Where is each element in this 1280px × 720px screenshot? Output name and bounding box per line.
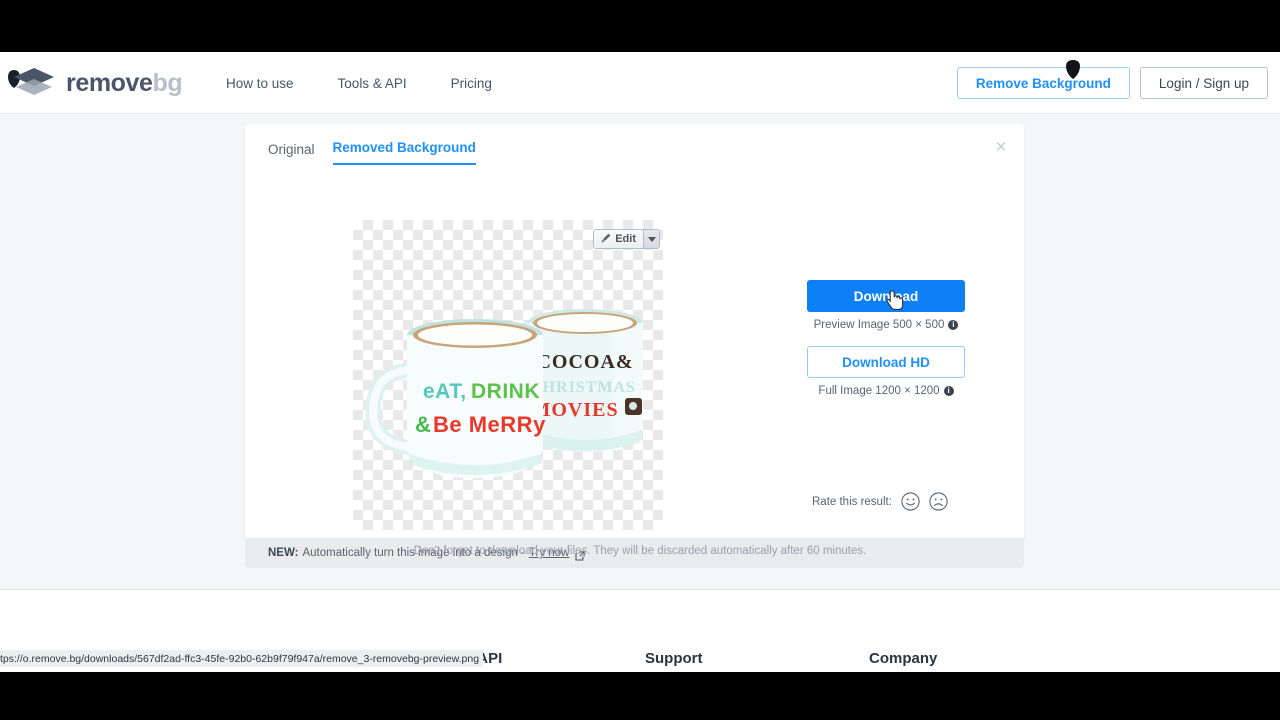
result-tabs: Original Removed Background bbox=[268, 140, 476, 165]
download-button-label: Download bbox=[853, 288, 919, 304]
result-card: Original Removed Background × COCOA& CHR… bbox=[245, 124, 1024, 538]
layers-logo-icon bbox=[8, 66, 56, 100]
footer-heading-support: Support bbox=[645, 650, 703, 667]
rate-result-label: Rate this result: bbox=[812, 495, 892, 508]
login-signup-button[interactable]: Login / Sign up bbox=[1139, 67, 1268, 99]
screen: removebg How to use Tools & API Pricing … bbox=[0, 0, 1280, 720]
letterbox-top bbox=[0, 0, 1280, 52]
edit-button-main[interactable]: Edit bbox=[594, 230, 643, 248]
smiley-sad-icon[interactable] bbox=[929, 492, 948, 511]
logo-text-secondary: bg bbox=[152, 68, 183, 97]
download-button[interactable]: Download bbox=[807, 280, 965, 312]
svg-text:DRINK: DRINK bbox=[471, 380, 540, 403]
shield-cursor-icon bbox=[1066, 60, 1080, 79]
download-hd-caption-text: Full Image 1200 × 1200 bbox=[818, 385, 940, 397]
logo-text: removebg bbox=[66, 68, 183, 98]
edit-button-label: Edit bbox=[615, 233, 636, 245]
download-preview-caption: Preview Image 500 × 500 i bbox=[807, 319, 965, 331]
browser-viewport: removebg How to use Tools & API Pricing … bbox=[0, 52, 1280, 672]
svg-text:Be MeRRy: Be MeRRy bbox=[433, 412, 546, 437]
chevron-down-icon[interactable] bbox=[643, 230, 659, 248]
site-logo[interactable]: removebg bbox=[8, 66, 183, 100]
svg-text:&: & bbox=[415, 412, 431, 437]
svg-text:eAT,: eAT, bbox=[423, 380, 467, 403]
close-icon[interactable]: × bbox=[990, 137, 1012, 159]
download-hd-caption: Full Image 1200 × 1200 i bbox=[807, 385, 965, 397]
footer-heading-company: Company bbox=[869, 650, 938, 667]
mugs-image: COCOA& CHRISTMAS MOVIES eAT, DRINK & Be … bbox=[365, 309, 643, 478]
download-panel: Download Preview Image 500 × 500 i Downl… bbox=[807, 280, 965, 397]
header-actions: Remove Background Login / Sign up bbox=[956, 67, 1268, 99]
svg-text:COCOA&: COCOA& bbox=[536, 351, 633, 373]
nav-item-pricing[interactable]: Pricing bbox=[451, 76, 492, 91]
edit-button[interactable]: Edit bbox=[593, 229, 660, 249]
svg-text:CHRISTMAS: CHRISTMAS bbox=[530, 379, 636, 396]
logo-text-primary: remove bbox=[66, 68, 153, 97]
tab-original[interactable]: Original bbox=[268, 142, 315, 165]
site-header: removebg How to use Tools & API Pricing … bbox=[0, 52, 1280, 114]
tab-removed-background[interactable]: Removed Background bbox=[332, 140, 476, 165]
download-preview-caption-text: Preview Image 500 × 500 bbox=[813, 319, 945, 331]
nav-item-how-to-use[interactable]: How to use bbox=[226, 76, 294, 91]
discard-notice: Don't forget to download your files. The… bbox=[413, 545, 867, 557]
info-icon[interactable]: i bbox=[948, 320, 959, 330]
nav-item-tools-api[interactable]: Tools & API bbox=[338, 76, 407, 91]
letterbox-bottom bbox=[0, 672, 1280, 720]
remove-background-button[interactable]: Remove Background bbox=[956, 67, 1130, 99]
brush-icon bbox=[601, 233, 611, 246]
status-bar-url: tps://o.remove.bg/downloads/567df2ad-ffc… bbox=[0, 650, 484, 667]
info-icon-hd[interactable]: i bbox=[943, 386, 954, 396]
image-preview[interactable]: COCOA& CHRISTMAS MOVIES eAT, DRINK & Be … bbox=[353, 220, 663, 530]
main-nav: How to use Tools & API Pricing bbox=[226, 52, 492, 114]
download-hd-button[interactable]: Download HD bbox=[807, 346, 965, 378]
smiley-happy-icon[interactable] bbox=[901, 492, 920, 511]
rate-result: Rate this result: bbox=[812, 492, 948, 511]
